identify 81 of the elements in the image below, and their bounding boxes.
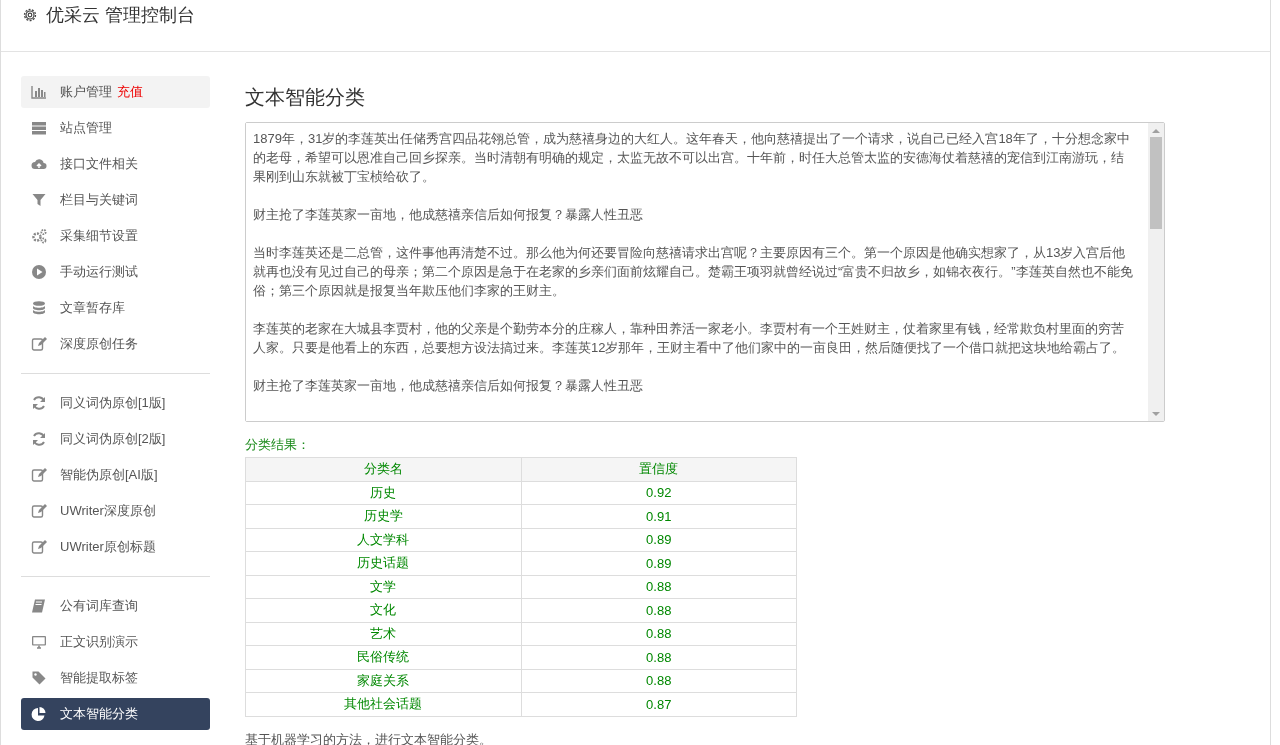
nav-label: 正文识别演示 [60,633,138,651]
page-title: 文本智能分类 [245,85,366,110]
nav-item[interactable]: 智能伪原创[AI版] [21,459,210,491]
nav-label: 公有词库查询 [60,597,138,615]
nav-label: 深度原创任务 [60,335,138,353]
table-cell: 0.88 [521,669,797,693]
nav-item[interactable]: 栏目与关键词 [21,184,210,216]
monitor-icon [31,634,47,650]
nav-item[interactable]: 接口文件相关 [21,148,210,180]
nav-label: 账户管理 [60,83,112,101]
table-cell: 其他社会话题 [245,692,521,716]
play-icon [31,264,47,280]
database-icon [31,300,47,316]
table-cell: 0.88 [521,645,797,669]
nav-item[interactable]: 账户管理 充值 [21,76,210,108]
app-title: 优采云 管理控制台 [46,4,195,27]
cloud-upload-icon [31,156,47,172]
nav-label: 智能提取标签 [60,669,138,687]
nav-label: 文本智能分类 [60,705,138,723]
refresh-icon [31,395,47,411]
footnote: 基于机器学习的方法，进行文本智能分类。 [245,730,493,745]
nav-item[interactable]: 公有词库查询 [21,590,210,622]
table-cell: 民俗传统 [245,645,521,669]
edit-icon [31,539,47,555]
table-cell: 历史话题 [245,551,521,575]
article-text-field[interactable]: 1879年，31岁的李莲英出任储秀宫四品花翎总管，成为慈禧身边的大红人。这年春天，他向慈禧提出了一个请求，说自己已经入宫18年了，十分想念家中的老母，希望可以恩准自己回乡探亲。当时清朝有明确的规定，太监无故不可以出宫。十年前，时任大总管太监的安德海仗着慈禧的宠信到江南游玩，结果刚到山东就被丁宝桢给砍了。 财主抢了李莲英家一亩地，他成慈禧亲信后如何报复？暴露人性丑恶 当时李莲英还是二总管，这件事他再清楚不过。那么他为何还要冒险向慈禧请求出宫呢？主要原因有三个。第一个原因是他确实想家了，从13岁入宫后他就再也没有见过自己的母亲；第二个原因是急于在老家的乡亲们面前炫耀自己。楚霸王项羽就曾经说过“富贵不归故乡，如锦衣夜行。”李莲英自然也不能免俗；第三个原因就是报复当年欺压他们李家的王财主。 李莲英的老家在大城县李贾村，他的父亲是个勤劳本分的庄稼人，靠种田养活一家老小。李贾村有一个王姓财主，仗着家里有钱，经常欺负村里面的穷苦人家。只要是他看上的东西，总要想方设法搞过来。李莲英12岁那年，王财主看中了他们家中的一亩良田，然后随便找了一个借口就把这块地给霸占了。 财主抢了李莲英家一亩地，他成慈禧亲信后如何报复？暴露人性丑恶 [245,122,1165,422]
table-cell: 艺术 [245,622,521,646]
table-cell: 家庭关系 [245,669,521,693]
nav-item[interactable]: 同义词伪原创[1版] [21,387,210,419]
table-cell: 文学 [245,575,521,599]
table-cell: 0.88 [521,622,797,646]
table-cell: 历史 [245,481,521,505]
settings-icon [22,7,38,23]
recharge-link[interactable]: 充值 [117,83,143,101]
table-cell: 0.91 [521,504,797,528]
nav-label: 手动运行测试 [60,263,138,281]
nav-item[interactable]: 正文识别演示 [21,626,210,658]
nav-item[interactable]: 文本智能分类 [21,698,210,730]
table-cell: 0.92 [521,481,797,505]
nav-item[interactable]: 手动运行测试 [21,256,210,288]
nav-item[interactable]: 采集细节设置 [21,220,210,252]
table-cell: 文化 [245,598,521,622]
nav-item[interactable]: 智能提取标签 [21,662,210,694]
nav-label: 同义词伪原创[1版] [60,394,166,412]
pie-chart-icon [31,706,47,722]
nav-label: 接口文件相关 [60,155,138,173]
nav-label: 智能伪原创[AI版] [60,466,158,484]
scrollbar[interactable] [1148,123,1164,421]
nav-item[interactable]: UWriter深度原创 [21,495,210,527]
book-icon [31,598,47,614]
nav-item[interactable]: 文章暂存库 [21,292,210,324]
table-cell: 历史学 [245,504,521,528]
result-label: 分类结果： [245,436,311,454]
nav-label: 同义词伪原创[2版] [60,430,166,448]
nav-item[interactable]: 同义词伪原创[2版] [21,423,210,455]
table-cell: 0.88 [521,598,797,622]
nav-label: 文章暂存库 [60,299,125,317]
table-cell: 0.88 [521,575,797,599]
table-cell: 0.89 [521,551,797,575]
refresh-icon [31,431,47,447]
bar-chart-icon [31,84,47,100]
nav-label: 栏目与关键词 [60,191,138,209]
nav-item[interactable]: UWriter原创标题 [21,531,210,563]
edit-icon [31,336,47,352]
tag-icon [31,670,47,686]
column-header: 置信度 [521,457,797,481]
server-icon [31,120,47,136]
nav-label: UWriter原创标题 [60,538,156,556]
table-cell: 0.89 [521,528,797,552]
nav-label: 采集细节设置 [60,227,138,245]
scroll-thumb[interactable] [1150,137,1162,229]
nav-label: UWriter深度原创 [60,502,156,520]
edit-icon [31,503,47,519]
nav-item[interactable]: 深度原创任务 [21,328,210,360]
nav-label: 站点管理 [60,119,112,137]
edit-icon [31,467,47,483]
column-header: 分类名 [245,457,521,481]
nav-item[interactable]: 站点管理 [21,112,210,144]
table-cell: 人文学科 [245,528,521,552]
filter-icon [31,192,47,208]
table-cell: 0.87 [521,692,797,716]
